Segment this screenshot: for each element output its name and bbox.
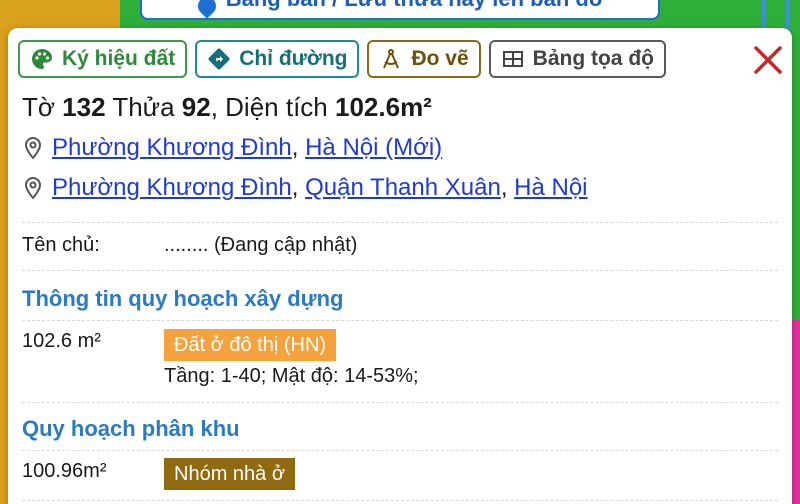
parcel-title: Tờ 132 Thửa 92, Diện tích 102.6m² [22, 92, 432, 123]
construction-area: 102.6 m² [22, 330, 101, 352]
address-new: Phường Khương Đình, Hà Nội (Mới) [22, 132, 442, 164]
location-pin-icon [24, 176, 42, 200]
sheet-number: 132 [62, 92, 106, 122]
zone-planning-title: Quy hoạch phân khu [22, 416, 240, 441]
zone-area: 100.96m² [22, 460, 107, 482]
directions-label: Chỉ đường [239, 47, 348, 70]
city-link[interactable]: Hà Nội [514, 174, 587, 201]
divider [22, 500, 778, 501]
coord-table-button[interactable]: Bảng tọa độ [488, 40, 666, 78]
land-type-badge: Đất ở đô thị (HN) [164, 329, 337, 361]
lot-number: 92 [181, 92, 211, 122]
directions-button[interactable]: Chỉ đường [195, 40, 360, 78]
divider [22, 450, 778, 451]
measure-compass-icon [383, 49, 400, 69]
city-link[interactable]: Hà Nội (Mới) [305, 134, 442, 161]
address-old: Phường Khương Đình, Quận Thanh Xuân, Hà … [22, 172, 588, 204]
popup-toolbar: Ký hiệu đất Chỉ đường Đo vẽ Bảng tọa độ [18, 40, 666, 78]
zone-type-badge: Nhóm nhà ở [164, 458, 295, 490]
save-parcel-button[interactable]: Bảng bản / Lưu thửa này lên bản đồ [140, 0, 660, 20]
divider [22, 270, 778, 271]
directions-icon [208, 48, 230, 70]
save-parcel-label: Bảng bản / Lưu thửa này lên bản đồ [226, 0, 603, 12]
lot-label: Thửa [112, 92, 175, 122]
divider [22, 402, 778, 403]
measure-label: Đo vẽ [411, 47, 469, 70]
construction-planning-title: Thông tin quy hoạch xây dựng [22, 286, 344, 311]
sheet-label: Tờ [22, 92, 55, 122]
parcel-info-popup: Ký hiệu đất Chỉ đường Đo vẽ Bảng tọa độ [8, 28, 792, 504]
map-parcel-magenta [792, 320, 800, 504]
measure-button[interactable]: Đo vẽ [367, 40, 481, 78]
district-link[interactable]: Quận Thanh Xuân [305, 174, 501, 201]
divider [22, 222, 778, 223]
location-pin-icon [24, 136, 42, 160]
palette-icon [32, 49, 52, 69]
divider [22, 320, 778, 321]
ward-link[interactable]: Phường Khương Đình [52, 134, 292, 161]
area-label: , Diện tích [210, 92, 328, 122]
ward-link[interactable]: Phường Khương Đình [52, 174, 292, 201]
construction-details: Tầng: 1-40; Mật độ: 14-53%; [164, 365, 419, 387]
owner-label: Tên chủ: [22, 234, 100, 256]
land-symbol-button[interactable]: Ký hiệu đất [18, 40, 188, 78]
owner-value: ........ (Đang cập nhật) [164, 234, 358, 256]
close-button[interactable] [750, 42, 786, 78]
land-symbol-label: Ký hiệu đất [62, 47, 176, 70]
coord-table-label: Bảng tọa độ [532, 47, 654, 70]
table-icon [502, 51, 523, 67]
location-pin-icon [193, 0, 220, 19]
close-icon [754, 46, 782, 74]
parcel-area: 102.6m² [335, 92, 432, 122]
